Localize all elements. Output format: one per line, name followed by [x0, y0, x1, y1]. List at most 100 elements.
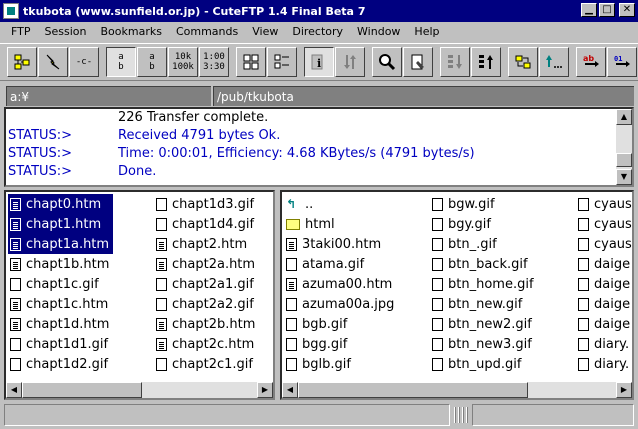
- download-button[interactable]: [440, 47, 470, 77]
- text-file-icon: [156, 317, 167, 331]
- list-item[interactable]: diary.: [576, 354, 632, 374]
- menu-window[interactable]: Window: [350, 23, 407, 41]
- site-manager-button[interactable]: [7, 47, 37, 77]
- scroll-left-icon[interactable]: ◀: [6, 382, 22, 398]
- list-item[interactable]: bglb.gif: [284, 354, 398, 374]
- log-text: 226 Transfer complete.: [118, 110, 269, 125]
- list-item[interactable]: daige: [576, 254, 632, 274]
- find-button[interactable]: [372, 47, 402, 77]
- upload-button[interactable]: [471, 47, 501, 77]
- list-item[interactable]: atama.gif: [284, 254, 398, 274]
- list-item[interactable]: chapt2.htm: [154, 234, 259, 254]
- list-item[interactable]: cyaus: [576, 214, 632, 234]
- list-item[interactable]: bgb.gif: [284, 314, 398, 334]
- close-button[interactable]: ✕: [619, 3, 635, 17]
- list-item[interactable]: chapt1a.htm: [8, 234, 114, 254]
- scroll-down-icon[interactable]: ▼: [616, 169, 632, 185]
- maximize-button[interactable]: □: [599, 3, 615, 17]
- properties-button[interactable]: [403, 47, 433, 77]
- list-item[interactable]: chapt1d.htm: [8, 314, 113, 334]
- local-path[interactable]: a:¥: [6, 86, 211, 106]
- parent-directory-button[interactable]: [539, 47, 569, 77]
- list-item[interactable]: btn_back.gif: [430, 254, 538, 274]
- splitter-grip-icon[interactable]: [454, 407, 468, 423]
- list-item[interactable]: btn_upd.gif: [430, 354, 538, 374]
- menu-view[interactable]: View: [245, 23, 285, 41]
- title-bar[interactable]: tkubota (www.sunfield.or.jp) - CuteFTP 1…: [0, 0, 638, 22]
- list-item[interactable]: bgg.gif: [284, 334, 398, 354]
- list-item[interactable]: chapt1d2.gif: [8, 354, 113, 374]
- list-item[interactable]: html: [284, 214, 398, 234]
- menu-ftp[interactable]: FTP: [4, 23, 38, 41]
- list-item[interactable]: chapt2a1.gif: [154, 274, 259, 294]
- list-item[interactable]: daige: [576, 314, 632, 334]
- list-item[interactable]: chapt2a.htm: [154, 254, 259, 274]
- list-item[interactable]: chapt2c1.gif: [154, 354, 259, 374]
- timer-button[interactable]: 1:00 3:30: [199, 47, 229, 77]
- list-item[interactable]: bgy.gif: [430, 214, 538, 234]
- log-scroll-thumb[interactable]: [616, 153, 632, 167]
- list-item[interactable]: chapt1c.htm: [8, 294, 113, 314]
- list-item[interactable]: daige: [576, 274, 632, 294]
- list-item[interactable]: chapt1b.htm: [8, 254, 113, 274]
- list-item[interactable]: chapt1d1.gif: [8, 334, 113, 354]
- list-item[interactable]: bgw.gif: [430, 194, 538, 214]
- list-item[interactable]: chapt1c.gif: [8, 274, 113, 294]
- remote-scroll-thumb[interactable]: [298, 382, 528, 398]
- list-item[interactable]: chapt1d4.gif: [154, 214, 259, 234]
- transfer-queue-button[interactable]: [508, 47, 538, 77]
- scroll-up-icon[interactable]: ▲: [616, 109, 632, 125]
- file-info-button[interactable]: i: [304, 47, 334, 77]
- ascii-mode-button[interactable]: ab: [106, 47, 136, 77]
- list-item[interactable]: cyaus: [576, 234, 632, 254]
- list-item[interactable]: 3taki00.htm: [284, 234, 398, 254]
- app-icon[interactable]: [3, 3, 19, 19]
- menu-help[interactable]: Help: [407, 23, 446, 41]
- list-item[interactable]: daige: [576, 294, 632, 314]
- reconnect-button[interactable]: [38, 47, 68, 77]
- list-item[interactable]: chapt2c.htm: [154, 334, 259, 354]
- speed-limit-button[interactable]: 10k 100k: [168, 47, 198, 77]
- menu-bookmarks[interactable]: Bookmarks: [93, 23, 168, 41]
- menu-commands[interactable]: Commands: [169, 23, 245, 41]
- convert-button[interactable]: 01: [607, 47, 637, 77]
- list-item[interactable]: btn_home.gif: [430, 274, 538, 294]
- list-item[interactable]: btn_.gif: [430, 234, 538, 254]
- local-scroll-thumb[interactable]: [22, 382, 142, 398]
- list-item[interactable]: chapt0.htm: [8, 194, 114, 214]
- list-item[interactable]: btn_new3.gif: [430, 334, 538, 354]
- list-item[interactable]: azuma00.htm: [284, 274, 398, 294]
- local-file-pane[interactable]: chapt0.htm chapt1.htm chapt1a.htm chapt1…: [4, 190, 275, 400]
- list-item[interactable]: btn_new2.gif: [430, 314, 538, 334]
- large-icons-button[interactable]: [236, 47, 266, 77]
- list-item[interactable]: chapt1.htm: [8, 214, 114, 234]
- binary-mode-button[interactable]: ab: [137, 47, 167, 77]
- list-item[interactable]: azuma00a.jpg: [284, 294, 398, 314]
- minimize-button[interactable]: ▁: [581, 3, 597, 17]
- list-item[interactable]: chapt2b.htm: [154, 314, 259, 334]
- file-icon: [156, 197, 167, 211]
- rename-button[interactable]: ab: [576, 47, 606, 77]
- log-scrollbar[interactable]: ▲ ▼: [616, 109, 632, 185]
- list-view-button[interactable]: [267, 47, 297, 77]
- list-item[interactable]: diary.: [576, 334, 632, 354]
- list-item[interactable]: chapt2a2.gif: [154, 294, 259, 314]
- local-horizontal-scrollbar[interactable]: ◀ ▶: [6, 382, 273, 398]
- file-icon: [578, 297, 589, 311]
- quick-connect-button[interactable]: -c-: [69, 47, 99, 77]
- remote-file-pane[interactable]: ↰.. html 3taki00.htm atama.gif azuma00.h…: [280, 190, 634, 400]
- menu-directory[interactable]: Directory: [285, 23, 350, 41]
- sort-button[interactable]: [335, 47, 365, 77]
- menu-session[interactable]: Session: [38, 23, 94, 41]
- remote-path[interactable]: /pub/tkubota: [213, 86, 634, 106]
- file-icon: [432, 337, 443, 351]
- status-log[interactable]: 226 Transfer complete. STATUS:> Received …: [4, 107, 634, 187]
- scroll-left-icon[interactable]: ◀: [282, 382, 298, 398]
- remote-horizontal-scrollbar[interactable]: ◀ ▶: [282, 382, 632, 398]
- list-item[interactable]: ↰..: [284, 194, 398, 214]
- scroll-right-icon[interactable]: ▶: [616, 382, 632, 398]
- list-item[interactable]: chapt1d3.gif: [154, 194, 259, 214]
- scroll-right-icon[interactable]: ▶: [257, 382, 273, 398]
- list-item[interactable]: btn_new.gif: [430, 294, 538, 314]
- list-item[interactable]: cyaus: [576, 194, 632, 214]
